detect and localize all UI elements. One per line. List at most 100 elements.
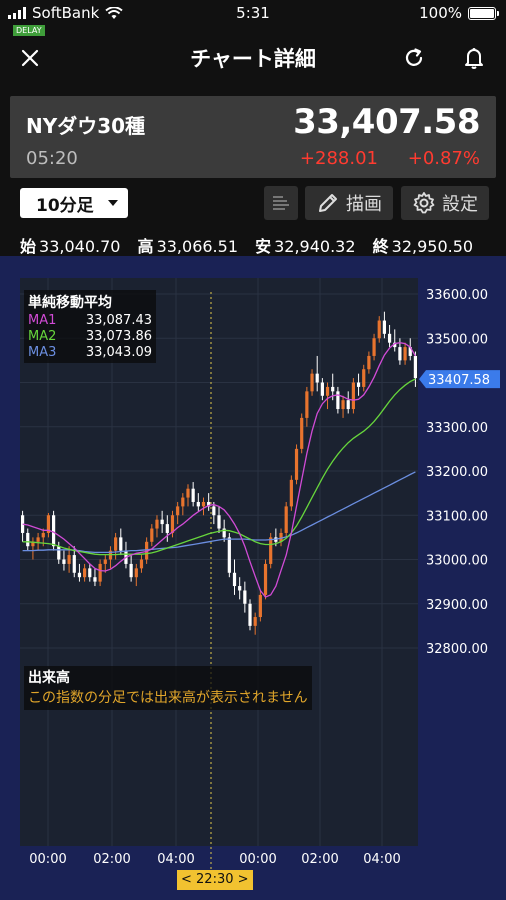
candle-body — [356, 382, 361, 387]
candle-body — [294, 448, 299, 480]
y-tick-label: 33200.00 — [426, 465, 488, 480]
caret-down-icon — [108, 200, 118, 206]
candle-body — [191, 488, 195, 502]
candle-body — [165, 524, 169, 533]
period-label: 10分足 — [36, 195, 94, 216]
x-tick-label: 02:00 — [301, 852, 338, 867]
ohlc-row: 始 33,040.70 高 33,066.51 安 32,940.32 終 32,950… — [20, 233, 473, 257]
candle-body — [160, 519, 164, 525]
x-tick-label: 04:00 — [363, 852, 400, 867]
ma3-row: MA3 33,043.09 — [28, 345, 152, 361]
status-bar: SoftBank 5:31 100% — [0, 0, 506, 26]
chart-area[interactable]: 33600.0033500.0033400.0033300.0033200.00… — [0, 256, 506, 900]
candle-body — [26, 532, 30, 547]
settings-button[interactable]: 設定 — [401, 186, 489, 220]
last-price-label: 33407.58 — [428, 373, 490, 388]
candle-body — [150, 528, 154, 542]
candle-body — [93, 577, 97, 582]
candle-body — [325, 386, 330, 396]
candle-body — [382, 320, 387, 334]
candle-body — [155, 519, 159, 529]
candle-body — [134, 568, 138, 578]
period-select[interactable]: 10分足 — [20, 188, 128, 218]
battery-icon — [468, 6, 499, 20]
low-value: 32,940.32 — [274, 237, 356, 256]
candle-body — [269, 537, 273, 564]
candle-body — [83, 568, 87, 578]
candle-body — [263, 563, 268, 595]
candle-body — [320, 382, 324, 396]
ma3-name: MA3 — [28, 345, 57, 360]
candle-body — [289, 479, 293, 507]
page-title: チャート詳細 — [190, 47, 316, 71]
candle-body — [232, 572, 237, 587]
candle-body — [217, 515, 221, 529]
nav-bar: チャート詳細 — [0, 36, 506, 80]
candle-body — [258, 594, 262, 618]
candle-body — [305, 391, 309, 418]
ma1-name: MA1 — [28, 313, 57, 328]
ma1-row: MA1 33,087.43 — [28, 313, 152, 329]
candle-body — [253, 617, 257, 626]
candle-body — [36, 537, 40, 542]
candle-body — [341, 400, 345, 410]
x-tick-label: 00:00 — [29, 852, 66, 867]
candle-body — [315, 373, 319, 383]
candle-body — [284, 506, 288, 533]
refresh-button[interactable] — [398, 42, 430, 74]
battery-percent: 100% — [419, 4, 462, 22]
open-value: 33,040.70 — [39, 237, 121, 256]
candle-body — [114, 537, 118, 551]
close-label: 終 — [372, 237, 389, 256]
indicator-button[interactable] — [264, 186, 298, 220]
settings-label: 設定 — [442, 194, 478, 215]
y-tick-label: 32900.00 — [426, 598, 488, 613]
quote-card: NYダウ30種 33,407.58 05:20 +288.01 +0.87% — [10, 96, 496, 178]
candle-body — [243, 590, 247, 604]
ma-legend: 単純移動平均 MA1 33,087.43 MA2 33,073.86 MA3 3… — [24, 290, 156, 363]
candle-body — [346, 400, 350, 410]
notification-button[interactable] — [458, 42, 490, 74]
candle-body — [119, 537, 123, 551]
candle-body — [413, 355, 418, 379]
candle-body — [387, 333, 392, 343]
draw-label: 描画 — [346, 194, 382, 215]
gear-icon — [413, 192, 435, 214]
candle-body — [67, 555, 71, 564]
close-value: 32,950.50 — [391, 237, 474, 256]
x-tick-label: 04:00 — [157, 852, 194, 867]
candle-body — [212, 506, 216, 516]
candle-body — [372, 338, 376, 356]
y-tick-label: 33300.00 — [426, 421, 488, 436]
volume-title: 出来高 — [28, 670, 70, 686]
candle-body — [103, 559, 107, 564]
list-icon — [273, 196, 289, 210]
crosshair-time-badge[interactable]: < 22:30 > — [177, 870, 253, 890]
x-tick-label: 02:00 — [93, 852, 130, 867]
draw-button[interactable]: 描画 — [305, 186, 393, 220]
ma2-name: MA2 — [28, 329, 57, 344]
candle-body — [176, 506, 180, 516]
candle-body — [238, 586, 242, 591]
price-change-percent: +0.87% — [407, 148, 480, 169]
candle-body — [310, 373, 314, 392]
bell-icon — [465, 48, 483, 69]
candle-body — [403, 347, 407, 361]
candle-body — [398, 347, 402, 361]
status-right: 100% — [419, 4, 499, 22]
ma2-value: 33,073.86 — [85, 329, 152, 344]
candle-body — [129, 563, 133, 578]
candle-body — [367, 355, 371, 370]
volume-legend: 出来高 この指数の分足では出来高が表示されません — [24, 666, 312, 710]
candle-body — [336, 391, 340, 410]
ma3-value: 33,043.09 — [85, 345, 152, 360]
y-tick-label: 33000.00 — [426, 554, 488, 569]
delay-badge: DELAY — [13, 25, 45, 36]
y-tick-label: 33500.00 — [426, 332, 488, 347]
ma1-value: 33,087.43 — [85, 313, 152, 328]
candle-body — [331, 386, 335, 392]
candle-body — [196, 501, 200, 507]
candle-body — [57, 546, 61, 560]
pencil-icon — [319, 194, 337, 212]
candle-body — [88, 568, 92, 578]
